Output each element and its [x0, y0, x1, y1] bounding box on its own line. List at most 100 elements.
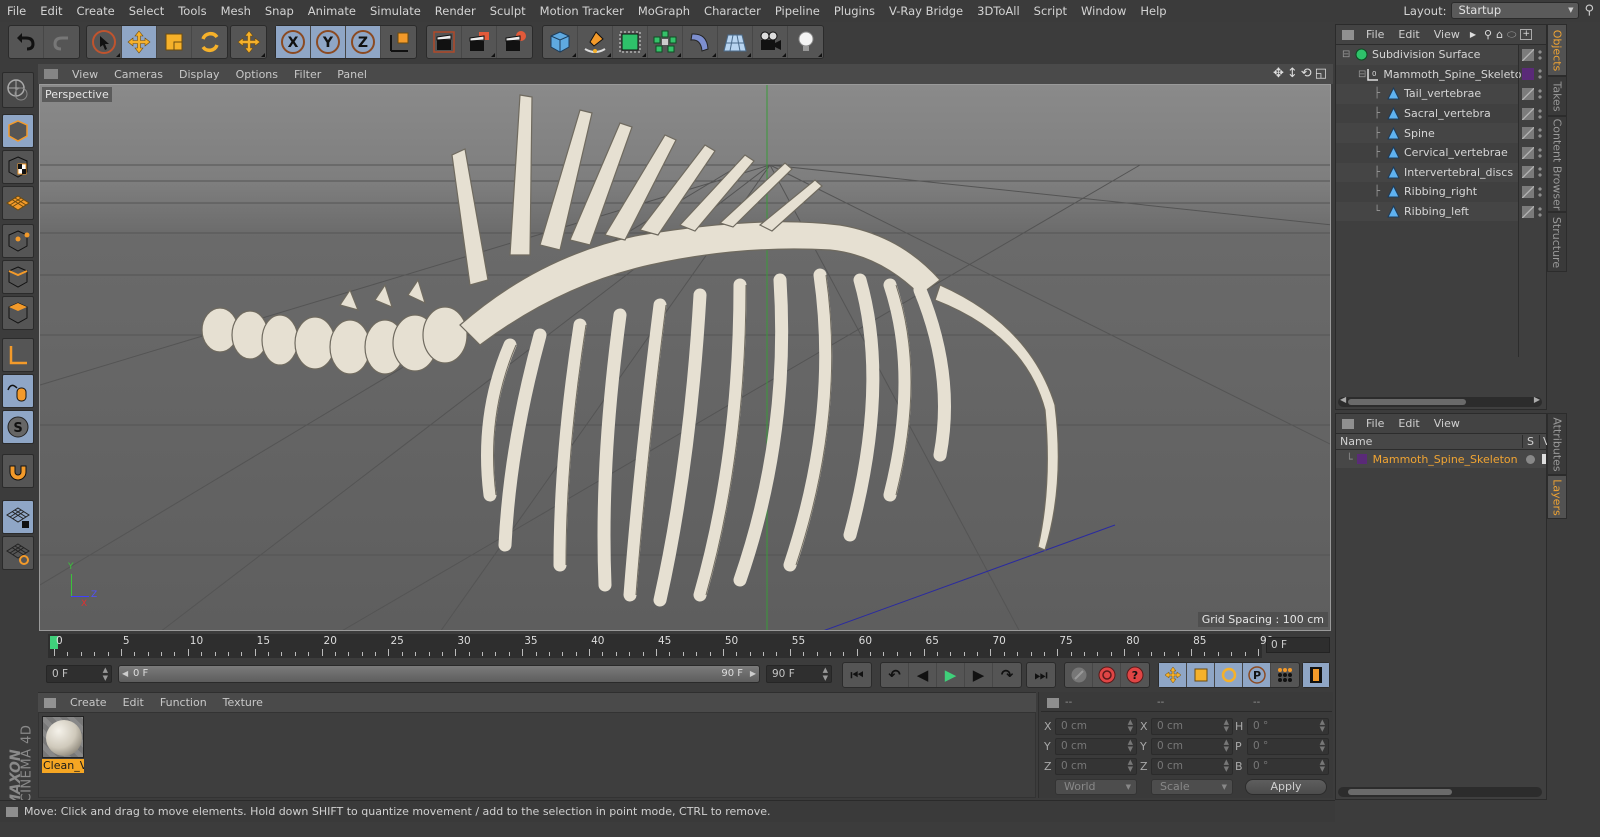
- start-frame-field[interactable]: 0 F ▲ ▼: [46, 665, 112, 683]
- menu-3dtoall[interactable]: 3DToAll: [970, 4, 1027, 18]
- polygons-mode-button[interactable]: [2, 296, 34, 330]
- range-right-arrow-icon[interactable]: ▶: [750, 666, 756, 682]
- tab-objects[interactable]: Objects: [1547, 24, 1567, 76]
- object-manager-hscrollbar[interactable]: ◀ ▶: [1338, 395, 1542, 407]
- previous-frame-button[interactable]: ◀: [909, 663, 937, 687]
- previous-key-button[interactable]: ↶: [881, 663, 909, 687]
- object-row[interactable]: ├ Tail_vertebrae: [1336, 84, 1518, 104]
- material-menu-function[interactable]: Function: [152, 696, 215, 709]
- snap-button[interactable]: [2, 454, 34, 488]
- rotation-h-field[interactable]: 0 ° ▲ ▼: [1247, 718, 1329, 735]
- object-name[interactable]: Ribbing_right: [1404, 185, 1477, 198]
- menu-motion-tracker[interactable]: Motion Tracker: [533, 4, 631, 18]
- menu-character[interactable]: Character: [697, 4, 768, 18]
- object-row[interactable]: ├ Cervical_vertebrae: [1336, 142, 1518, 163]
- column-solo[interactable]: S: [1522, 435, 1534, 448]
- camera-button[interactable]: [753, 26, 788, 58]
- tab-structure[interactable]: Structure: [1547, 212, 1567, 272]
- menu-snap[interactable]: Snap: [258, 4, 301, 18]
- render-picture-viewer-button[interactable]: [462, 26, 497, 58]
- spinner-icon[interactable]: ▲ ▼: [1128, 739, 1133, 753]
- editor-visibility-toggle[interactable]: [1522, 185, 1534, 198]
- visibility-dots-icon[interactable]: [1538, 185, 1542, 198]
- key-position-button[interactable]: [1159, 663, 1187, 687]
- workplane-mode-button[interactable]: [2, 186, 34, 220]
- visibility-dots-icon[interactable]: [1538, 87, 1542, 100]
- new-window-icon[interactable]: +: [1520, 29, 1532, 40]
- layout-dropdown[interactable]: Startup: [1451, 2, 1580, 19]
- menu-mesh[interactable]: Mesh: [214, 4, 258, 18]
- tab-layers[interactable]: Layers: [1547, 475, 1567, 519]
- layer-solo-toggle[interactable]: [1526, 454, 1535, 464]
- collapse-toggle-icon[interactable]: ⊟: [1358, 69, 1366, 80]
- layer-menu-edit[interactable]: Edit: [1398, 417, 1427, 430]
- edges-mode-button[interactable]: [2, 260, 34, 294]
- play-button[interactable]: ▶: [937, 663, 965, 687]
- spinner-icon[interactable]: ▲ ▼: [1128, 759, 1133, 773]
- y-axis-button[interactable]: Y: [311, 26, 346, 58]
- coordinate-mode-dropdown[interactable]: Scale: [1151, 779, 1233, 795]
- editor-visibility-toggle[interactable]: [1522, 87, 1534, 100]
- redo-button[interactable]: [44, 26, 79, 58]
- live-selection-button[interactable]: [87, 26, 122, 58]
- frame-range-slider[interactable]: ◀ 0 F 90 F ▶: [118, 665, 760, 683]
- subdivision-surface-button[interactable]: [613, 26, 648, 58]
- search-icon[interactable]: ⚲: [1584, 3, 1594, 18]
- column-name[interactable]: Name: [1340, 435, 1372, 448]
- layer-menu-view[interactable]: View: [1434, 417, 1468, 430]
- layer-visible-toggle[interactable]: [1542, 454, 1546, 464]
- workplane-align-button[interactable]: [2, 536, 34, 570]
- position-y-field[interactable]: 0 cm ▲ ▼: [1055, 738, 1137, 755]
- om-menu-edit[interactable]: Edit: [1398, 28, 1427, 41]
- viewport-menu-filter[interactable]: Filter: [286, 68, 329, 81]
- material-menu-edit[interactable]: Edit: [115, 696, 152, 709]
- rotate-button[interactable]: [192, 26, 227, 58]
- om-menu-file[interactable]: File: [1366, 28, 1392, 41]
- panel-grip[interactable]: [1047, 697, 1059, 708]
- layer-name[interactable]: Mammoth_Spine_Skeleton: [1373, 453, 1518, 466]
- viewport-menu-cameras[interactable]: Cameras: [106, 68, 171, 81]
- cube-button[interactable]: [543, 26, 578, 58]
- menu-pipeline[interactable]: Pipeline: [768, 4, 827, 18]
- tab-takes[interactable]: Takes: [1547, 76, 1567, 116]
- material-item[interactable]: Clean_V: [39, 713, 89, 777]
- current-frame-field[interactable]: 0 F: [1266, 637, 1330, 653]
- key-pla-button[interactable]: [1271, 663, 1299, 687]
- object-row[interactable]: ⊟ 0 Mammoth_Spine_Skeleton: [1336, 64, 1528, 85]
- visibility-dots-icon[interactable]: [1538, 107, 1542, 120]
- x-axis-button[interactable]: X: [276, 26, 311, 58]
- solo-mode-button[interactable]: S: [2, 410, 34, 444]
- object-name[interactable]: Cervical_vertebrae: [1404, 146, 1508, 159]
- panel-grip[interactable]: [6, 806, 18, 817]
- timeline-window-button[interactable]: [1303, 663, 1329, 687]
- render-view-button[interactable]: [427, 26, 462, 58]
- next-frame-button[interactable]: ▶: [965, 663, 993, 687]
- object-row[interactable]: ⊟ Subdivision Surface: [1336, 45, 1518, 65]
- recent-tool-button[interactable]: [231, 26, 266, 58]
- record-keys-button[interactable]: [1093, 663, 1121, 687]
- undo-button[interactable]: [9, 26, 44, 58]
- visibility-dots-icon[interactable]: [1538, 127, 1542, 140]
- 3d-viewport[interactable]: Perspective Y Z X Grid Spacing : 100 cm: [39, 84, 1331, 631]
- apply-button[interactable]: Apply: [1245, 779, 1327, 795]
- material-menu-create[interactable]: Create: [62, 696, 115, 709]
- motion-record-button[interactable]: [1065, 663, 1093, 687]
- viewport-menu-view[interactable]: View: [64, 68, 106, 81]
- position-z-field[interactable]: 0 cm ▲ ▼: [1055, 758, 1137, 775]
- rotation-b-field[interactable]: 0 ° ▲ ▼: [1247, 758, 1329, 775]
- menu-help[interactable]: Help: [1133, 4, 1173, 18]
- visibility-dots-icon[interactable]: [1538, 68, 1542, 81]
- layer-manager-hscrollbar[interactable]: [1338, 787, 1542, 797]
- floor-button[interactable]: [718, 26, 753, 58]
- spinner-icon[interactable]: ▲ ▼: [1224, 739, 1229, 753]
- spinner-icon[interactable]: ▲ ▼: [1224, 759, 1229, 773]
- object-name[interactable]: Intervertebral_discs: [1404, 166, 1513, 179]
- camera-label[interactable]: Perspective: [42, 87, 112, 102]
- cloner-button[interactable]: [648, 26, 683, 58]
- object-name[interactable]: Ribbing_left: [1404, 205, 1469, 218]
- pen-button[interactable]: [578, 26, 613, 58]
- key-rotation-button[interactable]: [1215, 663, 1243, 687]
- make-editable-button[interactable]: [2, 72, 34, 108]
- more-arrow-icon[interactable]: ▶: [1470, 30, 1476, 39]
- axis-mode-button[interactable]: [2, 338, 34, 372]
